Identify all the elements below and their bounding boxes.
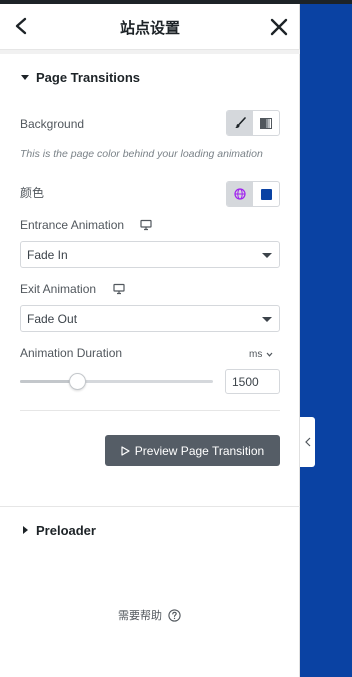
brush-icon: [235, 117, 246, 129]
background-type-toggle: [226, 110, 280, 136]
question-icon: [168, 608, 181, 622]
color-label: 颜色: [20, 186, 45, 200]
color-swatch-option[interactable]: [253, 182, 279, 206]
entrance-animation-value: Fade In: [27, 247, 68, 262]
globe-icon: [234, 188, 246, 200]
entrance-animation-select[interactable]: Fade In: [20, 241, 280, 268]
section-title: Preloader: [36, 522, 96, 538]
chevron-left-icon: [304, 437, 310, 447]
unit-selector[interactable]: ms: [249, 349, 273, 360]
chevron-down-icon: [266, 352, 273, 357]
help-label: 需要帮助: [118, 609, 162, 622]
unit-label: ms: [249, 349, 263, 360]
duration-slider[interactable]: [20, 373, 213, 390]
exit-animation-value: Fade Out: [27, 311, 78, 326]
section-title: Page Transitions: [36, 69, 141, 85]
page-title: 站点设置: [119, 19, 180, 37]
background-label: Background: [20, 117, 85, 131]
caret-down-icon: [21, 75, 29, 80]
slider-thumb[interactable]: [69, 373, 87, 390]
desktop-icon[interactable]: [140, 219, 152, 231]
play-icon: [121, 445, 130, 456]
section-divider: [0, 506, 300, 507]
close-icon[interactable]: [270, 18, 288, 36]
background-hint: This is the page color behind your loadi…: [20, 148, 263, 160]
exit-animation-select[interactable]: Fade Out: [20, 305, 280, 332]
chevron-down-icon: [262, 253, 272, 258]
header-divider: [0, 50, 300, 54]
gradient-background-option[interactable]: [253, 111, 279, 135]
color-picker-group: [226, 181, 280, 207]
exit-animation-label: Exit Animation: [20, 282, 97, 296]
help-link[interactable]: 需要帮助: [118, 607, 181, 623]
preview-button-label: Preview Page Transition: [134, 443, 265, 458]
divider: [20, 410, 280, 411]
section-preloader[interactable]: Preloader: [20, 521, 96, 539]
collapse-panel-tab[interactable]: [300, 417, 315, 467]
duration-input[interactable]: 1500: [225, 369, 280, 394]
animation-duration-label: Animation Duration: [20, 346, 123, 360]
entrance-animation-label: Entrance Animation: [20, 218, 125, 232]
global-color-option[interactable]: [227, 182, 253, 206]
classic-background-option[interactable]: [227, 111, 253, 135]
section-page-transitions[interactable]: Page Transitions: [20, 68, 140, 86]
caret-right-icon: [23, 526, 28, 534]
panel-header: 站点设置: [0, 4, 300, 50]
gradient-icon: [260, 117, 272, 129]
site-settings-panel: 站点设置 Page Transitions Background This is…: [0, 4, 300, 677]
preview-page-transition-button[interactable]: Preview Page Transition: [105, 435, 280, 466]
chevron-down-icon: [262, 317, 272, 322]
desktop-icon[interactable]: [113, 283, 125, 295]
preview-canvas: [300, 4, 352, 677]
color-swatch: [260, 188, 272, 200]
